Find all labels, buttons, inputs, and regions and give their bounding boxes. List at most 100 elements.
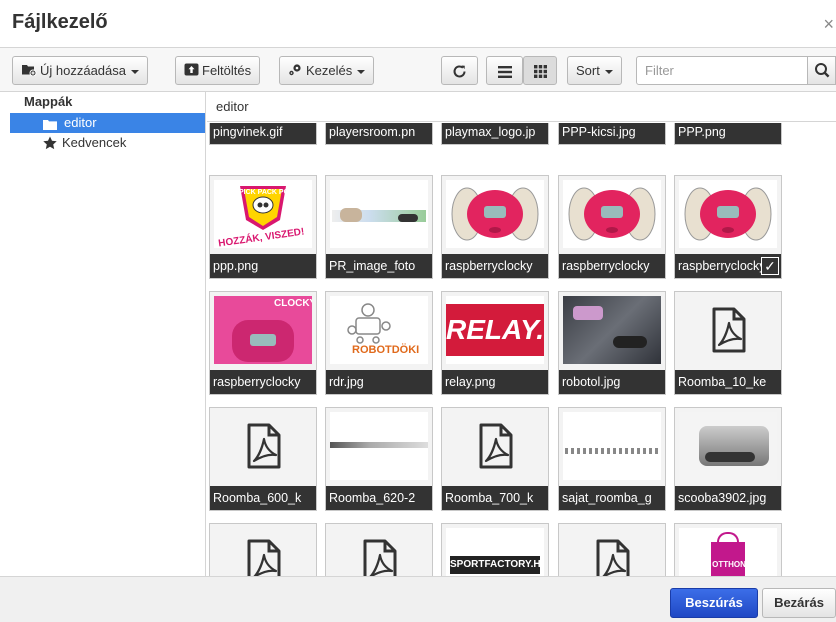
file-thumbnail: PICK PACK PONT HOZZÁK, VISZED! bbox=[214, 180, 312, 248]
refresh-icon bbox=[452, 63, 467, 78]
checkbox-checked-icon[interactable]: ✓ bbox=[761, 257, 779, 275]
pdf-icon bbox=[446, 412, 544, 480]
file-tile[interactable]: Roomba_10_ke bbox=[674, 291, 782, 395]
thumb-text: PICK PACK PONT bbox=[239, 189, 299, 196]
file-name: PPP.png bbox=[675, 123, 781, 144]
chevron-down-icon bbox=[357, 69, 366, 74]
file-thumbnail bbox=[563, 180, 661, 248]
file-tile[interactable]: raspberryclocky bbox=[441, 175, 549, 279]
dialog-title: Fájlkezelő bbox=[12, 11, 108, 33]
list-icon bbox=[497, 63, 512, 78]
file-tile[interactable]: PR_image_foto bbox=[325, 175, 433, 279]
gear-icon bbox=[288, 58, 303, 85]
chevron-down-icon bbox=[604, 69, 613, 74]
file-manager-dialog: Fájlkezelő × Új hozzáadása Feltöltés Kez… bbox=[0, 0, 836, 622]
file-thumbnail: ROBOTDÖKI bbox=[330, 296, 428, 364]
file-thumbnail: OTTHON bbox=[679, 528, 777, 576]
file-name: raspberryclocky bbox=[210, 370, 316, 394]
file-tile[interactable]: CLOCKY raspberryclocky bbox=[209, 291, 317, 395]
sidebar-item-label: Kedvencek bbox=[62, 135, 127, 150]
file-name: PR_image_foto bbox=[326, 254, 432, 278]
path-bar: editor bbox=[207, 92, 836, 122]
thumb-text: RELAY. bbox=[446, 304, 544, 356]
file-name: playmax_logo.jp bbox=[442, 123, 548, 144]
file-name: robotol.jpg bbox=[559, 370, 665, 394]
refresh-button[interactable] bbox=[441, 56, 478, 85]
pdf-icon bbox=[330, 528, 428, 576]
close-button[interactable]: Bezárás bbox=[762, 588, 836, 618]
grid-icon bbox=[533, 63, 547, 79]
file-tile[interactable]: PPP.png bbox=[674, 123, 782, 145]
file-name: Roomba_700_k bbox=[442, 486, 548, 510]
upload-icon bbox=[184, 58, 199, 85]
file-tile[interactable]: PICK PACK PONT HOZZÁK, VISZED! ppp.png bbox=[209, 175, 317, 279]
file-name: pingvinek.gif bbox=[210, 123, 316, 144]
file-thumbnail bbox=[446, 180, 544, 248]
chevron-down-icon bbox=[131, 69, 139, 74]
file-tile[interactable]: ROBOTDÖKI rdr.jpg bbox=[325, 291, 433, 395]
file-name: Roomba_10_ke bbox=[675, 370, 781, 394]
thumb-text: OTTHON bbox=[712, 560, 746, 569]
file-thumbnail: RELAY. bbox=[446, 296, 544, 364]
file-tile[interactable]: Roomba_620-2 bbox=[325, 407, 433, 511]
add-new-label: Új hozzáadása bbox=[40, 63, 126, 78]
file-tile[interactable]: OZZÁK, VISZEPPP-kicsi.jpg bbox=[558, 123, 666, 145]
folder-add-icon bbox=[21, 58, 37, 85]
file-tile[interactable]: sajat_roomba_g bbox=[558, 407, 666, 511]
list-view-button[interactable] bbox=[486, 56, 523, 85]
pdf-icon bbox=[563, 528, 661, 576]
upload-button[interactable]: Feltöltés bbox=[175, 56, 261, 85]
file-name: PPP-kicsi.jpg bbox=[559, 123, 665, 144]
file-tile[interactable]: raspberryclocky bbox=[558, 175, 666, 279]
file-tile[interactable]: OTTHON bbox=[674, 523, 782, 576]
file-thumbnail bbox=[679, 412, 777, 480]
star-icon bbox=[43, 136, 57, 156]
file-tile[interactable] bbox=[558, 523, 666, 576]
file-thumbnail bbox=[563, 412, 661, 480]
thumb-text: ROBOTDÖKI bbox=[352, 344, 420, 356]
file-thumbnail bbox=[679, 180, 777, 248]
file-thumbnail bbox=[330, 412, 428, 480]
file-tile[interactable] bbox=[209, 523, 317, 576]
thumb-text: CLOCKY bbox=[274, 298, 312, 309]
file-tile[interactable]: RELAY. relay.png bbox=[441, 291, 549, 395]
file-name: Roomba_600_k bbox=[210, 486, 316, 510]
pdf-icon bbox=[214, 528, 312, 576]
toolbar: Új hozzáadása Feltöltés Kezelés Sort Fil… bbox=[0, 48, 836, 92]
manage-button[interactable]: Kezelés bbox=[279, 56, 375, 85]
folders-heading: Mappák bbox=[24, 94, 73, 109]
filter-input[interactable] bbox=[636, 56, 808, 85]
file-tile[interactable]: pingvinek.gif bbox=[209, 123, 317, 145]
folder-sidebar: Mappák editor Kedvencek bbox=[0, 92, 206, 576]
file-thumbnail bbox=[563, 296, 661, 364]
search-icon bbox=[808, 63, 836, 87]
add-new-button[interactable]: Új hozzáadása bbox=[12, 56, 148, 85]
file-tile[interactable]: playersroom.pn bbox=[325, 123, 433, 145]
file-tile[interactable]: Roomba_700_k bbox=[441, 407, 549, 511]
file-name: ppp.png bbox=[210, 254, 316, 278]
pdf-icon bbox=[679, 296, 777, 364]
pdf-icon bbox=[214, 412, 312, 480]
file-thumbnail bbox=[330, 180, 428, 248]
sidebar-item-editor[interactable]: editor bbox=[10, 113, 205, 133]
search-button[interactable] bbox=[807, 56, 836, 85]
file-name: playersroom.pn bbox=[326, 123, 432, 144]
file-tile[interactable]: robotol.jpg bbox=[558, 291, 666, 395]
upload-label: Feltöltés bbox=[202, 63, 252, 78]
file-tile[interactable]: scooba3902.jpg bbox=[674, 407, 782, 511]
file-tile[interactable]: SPORTFACTORY.HU bbox=[441, 523, 549, 576]
sidebar-item-favorites[interactable]: Kedvencek bbox=[10, 133, 205, 153]
close-icon[interactable]: × bbox=[823, 14, 834, 35]
file-tile[interactable]: playmax_logo.jp bbox=[441, 123, 549, 145]
sort-button[interactable]: Sort bbox=[567, 56, 622, 85]
file-tile[interactable] bbox=[325, 523, 433, 576]
insert-button[interactable]: Beszúrás bbox=[670, 588, 758, 618]
sort-label: Sort bbox=[576, 63, 600, 78]
file-name: rdr.jpg bbox=[326, 370, 432, 394]
file-thumbnail: CLOCKY bbox=[214, 296, 312, 364]
file-tile[interactable]: raspberryclocky ✓ bbox=[674, 175, 782, 279]
grid-view-button[interactable] bbox=[523, 56, 557, 85]
file-tile[interactable]: Roomba_600_k bbox=[209, 407, 317, 511]
file-name: raspberryclocky bbox=[442, 254, 548, 278]
file-name: relay.png bbox=[442, 370, 548, 394]
